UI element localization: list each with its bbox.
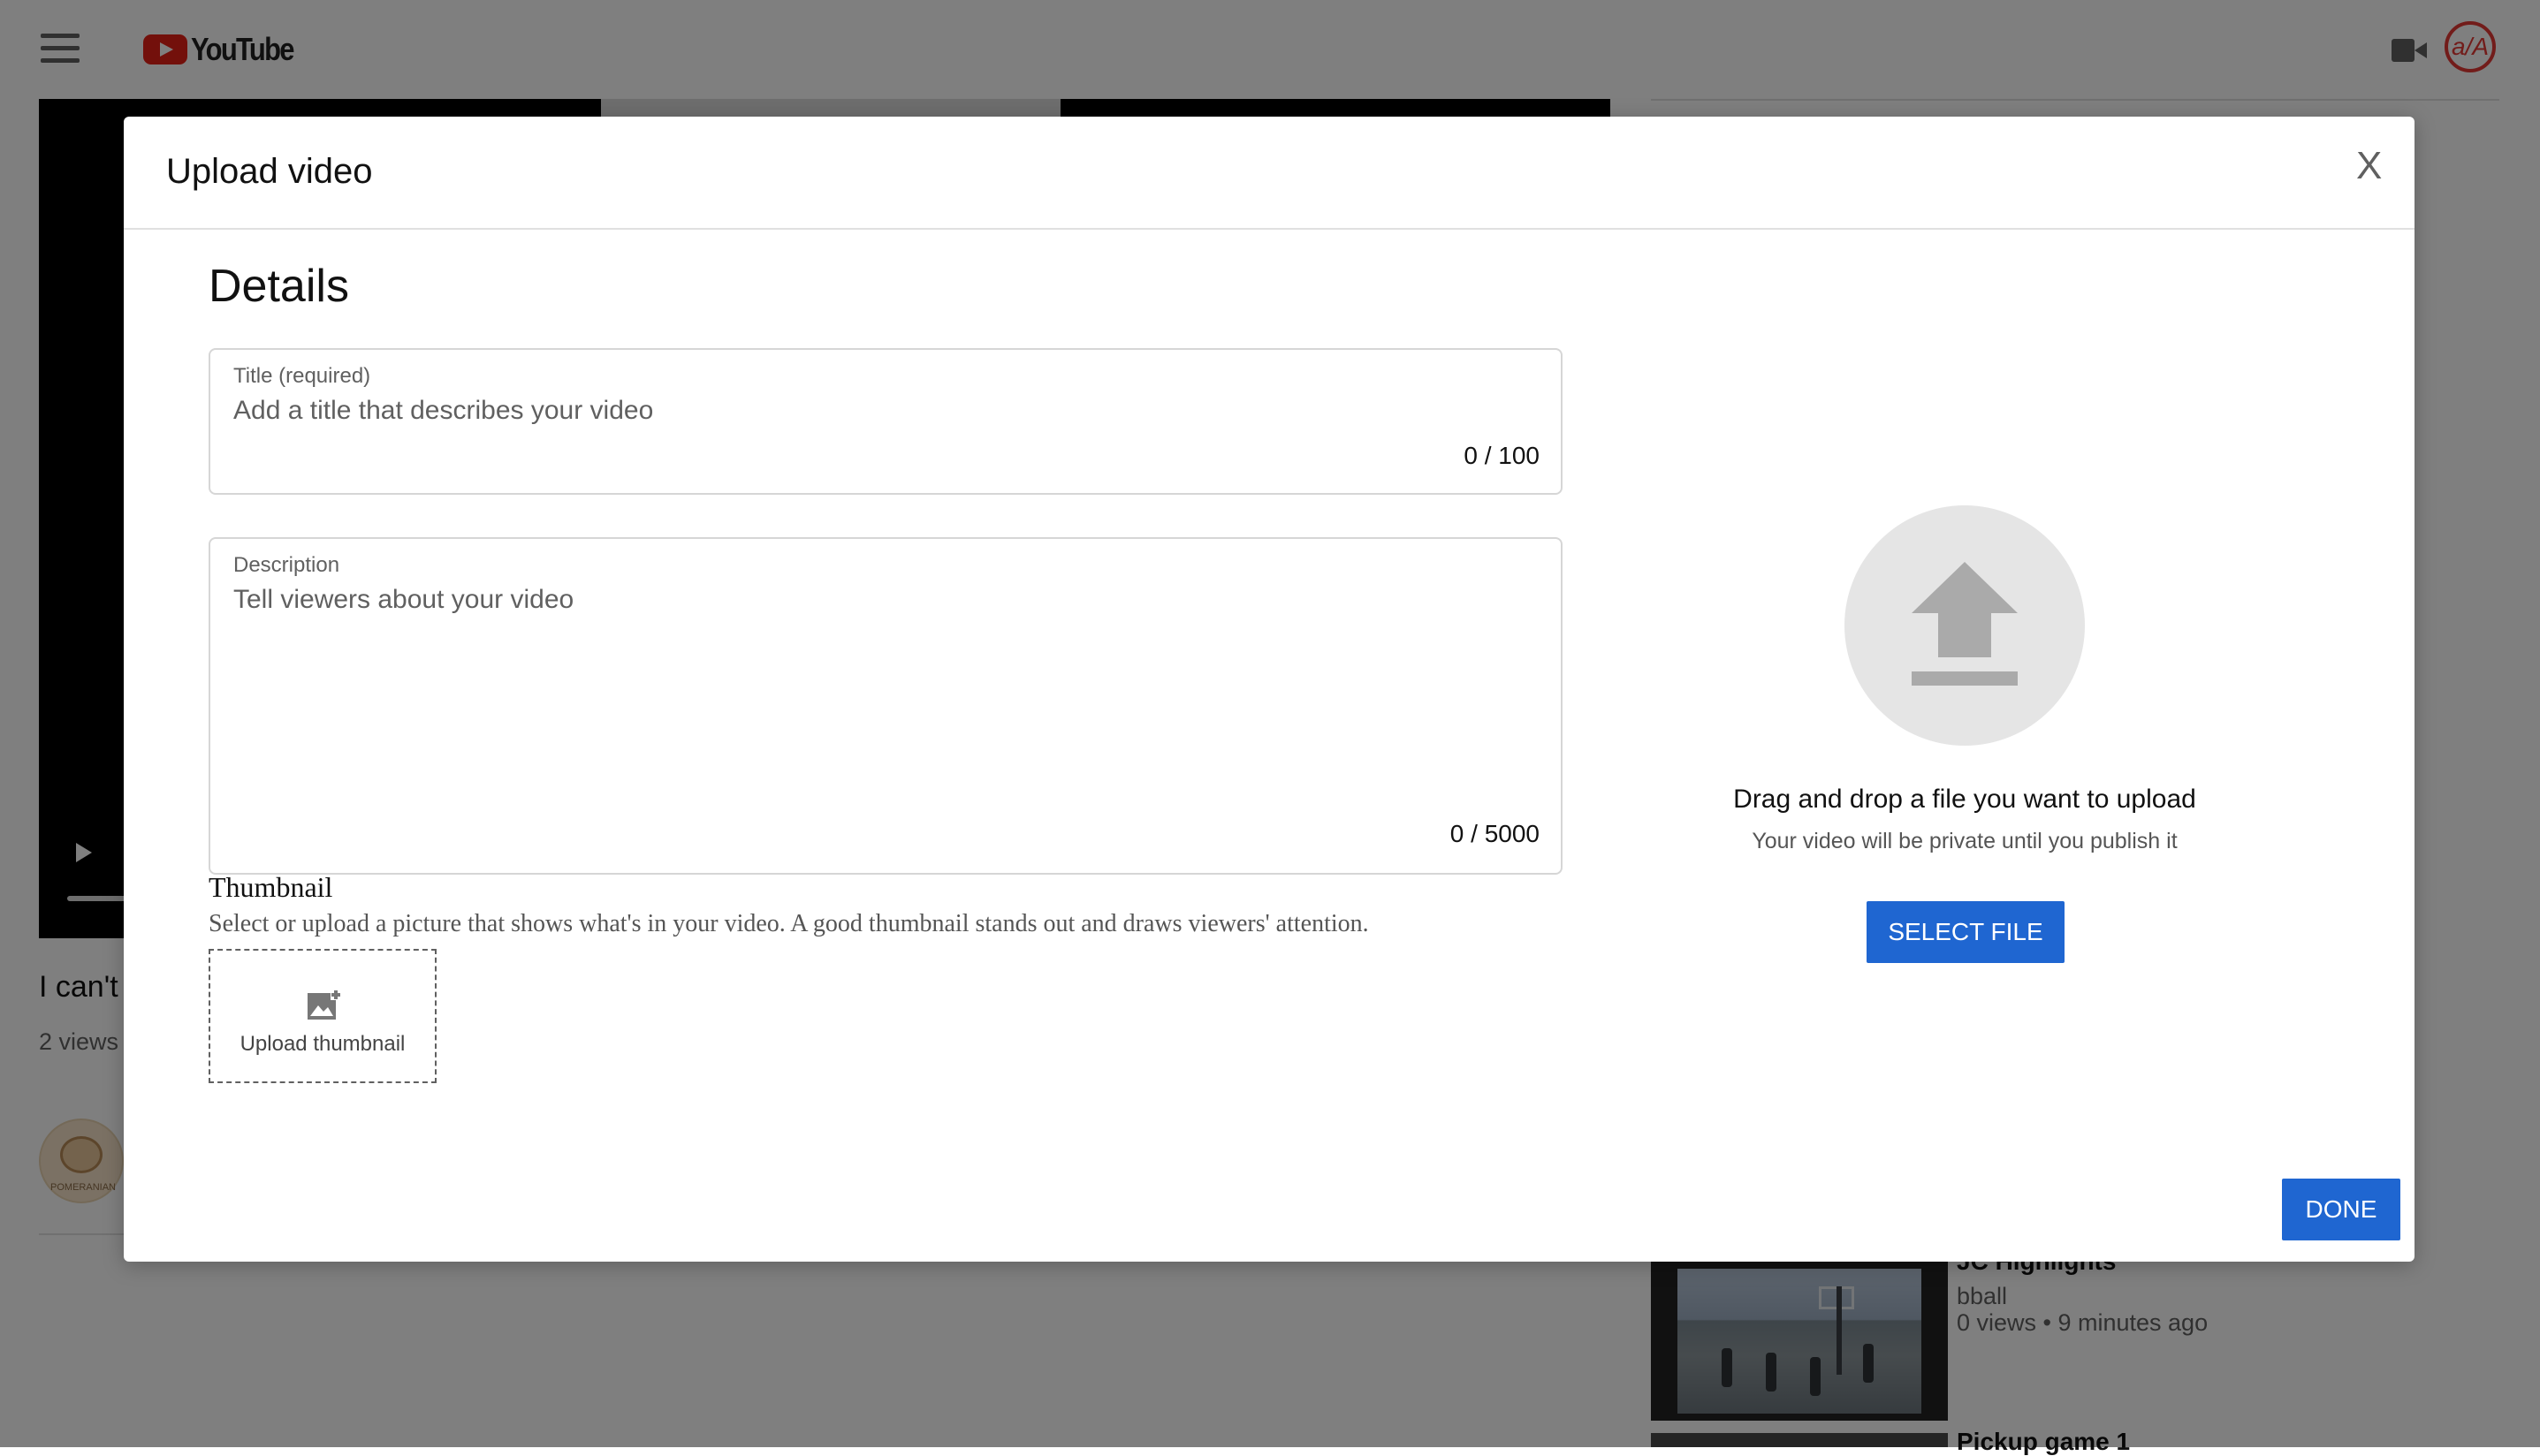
close-button[interactable]: X: [2356, 147, 2382, 186]
description-input[interactable]: [233, 585, 1524, 762]
select-file-button[interactable]: SELECT FILE: [1867, 901, 2065, 963]
thumbnail-description: Select or upload a picture that shows wh…: [209, 910, 1369, 937]
thumbnail-heading: Thumbnail: [209, 871, 333, 903]
upload-drop-zone[interactable]: [1844, 505, 2085, 746]
title-char-counter: 0 / 100: [1464, 442, 1540, 469]
description-field[interactable]: Description 0 / 5000: [209, 537, 1563, 875]
drag-drop-text: Drag and drop a file you want to upload: [1733, 785, 2196, 814]
upload-video-dialog: Upload video X Details Title (required) …: [124, 117, 2415, 1262]
upload-thumbnail-label: Upload thumbnail: [240, 1032, 406, 1056]
dialog-header: Upload video X: [124, 117, 2415, 230]
description-field-label: Description: [233, 553, 340, 577]
upload-arrow-icon: [1912, 562, 2018, 686]
private-notice: Your video will be private until you pub…: [1752, 829, 2178, 853]
done-button[interactable]: DONE: [2282, 1179, 2400, 1240]
add-photo-icon: [308, 990, 341, 1020]
details-heading: Details: [209, 261, 349, 312]
title-field-label: Title (required): [233, 364, 371, 388]
dialog-title: Upload video: [166, 152, 373, 191]
title-input[interactable]: [233, 396, 1524, 426]
upload-thumbnail-button[interactable]: Upload thumbnail: [209, 949, 437, 1083]
title-field[interactable]: Title (required) 0 / 100: [209, 348, 1563, 495]
